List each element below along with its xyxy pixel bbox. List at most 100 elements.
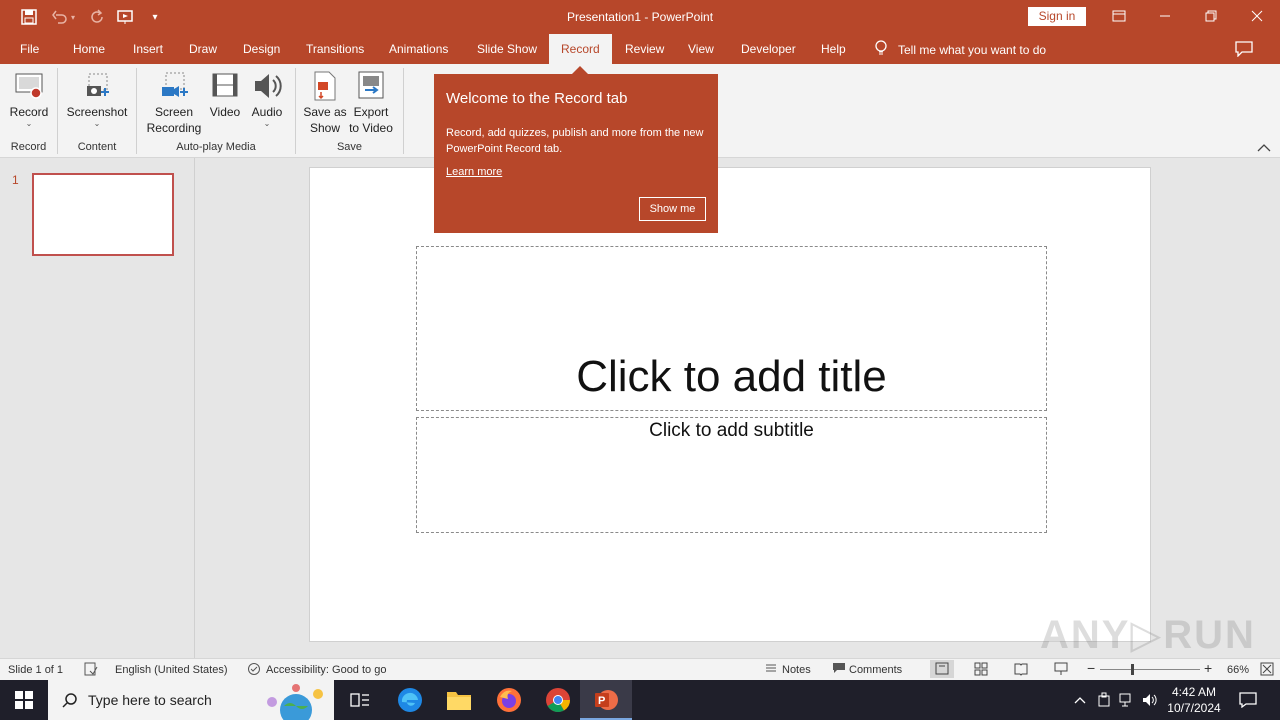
ribbon-display-options-icon[interactable] (1096, 0, 1142, 32)
zoom-in-icon[interactable]: + (1204, 660, 1212, 676)
group-label-record: Record (10, 141, 47, 153)
fit-to-window-icon[interactable] (1260, 662, 1274, 679)
tab-view[interactable]: View (688, 42, 714, 56)
screen-recording-icon (158, 70, 190, 102)
search-highlight-image (262, 682, 330, 720)
show-me-button[interactable]: Show me (639, 197, 706, 221)
ribbon-tabs: File Home Insert Draw Design Transitions… (0, 34, 1280, 64)
clock-time: 4:42 AM (1171, 685, 1217, 699)
camera-icon (81, 70, 113, 102)
language[interactable]: English (United States) (115, 664, 228, 676)
record-tab-welcome-popup: Welcome to the Record tab Record, add qu… (434, 74, 718, 233)
export-to-video-label-1: Export (353, 105, 389, 119)
reading-view-icon[interactable] (1014, 662, 1028, 679)
subtitle-placeholder-text: Click to add subtitle (649, 420, 814, 441)
window-title: Presentation1 - PowerPoint (566, 10, 714, 24)
screen-recording-label-1: Screen (154, 105, 194, 119)
comments-button[interactable]: Comments (849, 664, 902, 676)
task-view-icon[interactable] (346, 686, 374, 714)
export-to-video-button[interactable]: Export to Video (346, 70, 396, 136)
export-to-video-label-2: to Video (349, 121, 393, 135)
slide-thumbnails-pane: 1 (0, 158, 195, 658)
save-as-show-label-1: Save as (303, 105, 347, 119)
restore-icon[interactable] (1188, 0, 1234, 32)
slide-count[interactable]: Slide 1 of 1 (8, 664, 63, 676)
video-label: Video (209, 105, 241, 119)
watermark-logo: ANY▷RUN (1040, 613, 1256, 657)
file-explorer-icon[interactable] (445, 686, 473, 714)
group-divider (403, 68, 404, 154)
screenshot-button[interactable]: Screenshot ⌄ (64, 70, 130, 128)
group-label-auto-play-media: Auto-play Media (176, 141, 256, 153)
film-icon (209, 70, 241, 102)
windows-taskbar: Type here to search P 4:42 AM 10/7/2024 (0, 680, 1280, 720)
slide-canvas[interactable]: Click to add title Click to add subtitle (309, 167, 1151, 642)
tab-home[interactable]: Home (73, 42, 105, 56)
title-placeholder-text: Click to add title (576, 352, 887, 401)
edge-browser-icon[interactable] (396, 686, 424, 714)
record-button[interactable]: Record ⌄ (7, 70, 51, 128)
tab-slide-show[interactable]: Slide Show (477, 42, 537, 56)
tell-me-text: Tell me what you want to do (898, 42, 1047, 57)
subtitle-placeholder[interactable]: Click to add subtitle (416, 417, 1047, 533)
tab-insert[interactable]: Insert (133, 42, 163, 56)
title-placeholder[interactable]: Click to add title (416, 246, 1047, 411)
audio-button[interactable]: Audio ⌄ (247, 70, 287, 128)
tab-file[interactable]: File (20, 42, 39, 56)
learn-more-link[interactable]: Learn more (446, 166, 502, 178)
powerpoint-taskbar-button[interactable]: P (580, 680, 632, 720)
firefox-icon[interactable] (495, 686, 523, 714)
windows-start-icon[interactable] (10, 686, 38, 714)
search-placeholder: Type here to search (88, 692, 212, 708)
tab-record[interactable]: Record (549, 34, 612, 64)
screen-recording-button[interactable]: Screen Recording (144, 70, 204, 136)
taskbar-search-box[interactable]: Type here to search (48, 680, 334, 720)
slide-thumbnail[interactable] (32, 173, 174, 256)
comment-icon (832, 662, 846, 677)
minimize-icon[interactable] (1142, 0, 1188, 32)
tab-design[interactable]: Design (243, 42, 280, 56)
zoom-slider-thumb[interactable] (1131, 664, 1134, 675)
spelling-check-icon[interactable] (84, 662, 98, 679)
tab-draw[interactable]: Draw (189, 42, 217, 56)
video-button[interactable]: Video (206, 70, 244, 120)
audio-label: Audio (251, 105, 283, 119)
collapse-ribbon-icon[interactable] (1257, 142, 1271, 156)
tab-transitions[interactable]: Transitions (306, 42, 364, 56)
tab-animations[interactable]: Animations (389, 42, 448, 56)
tab-review[interactable]: Review (625, 42, 664, 56)
sign-in-button[interactable]: Sign in (1028, 7, 1086, 26)
speaker-icon (251, 70, 283, 102)
group-label-save: Save (336, 141, 363, 153)
volume-icon[interactable] (1136, 686, 1164, 714)
taskbar-clock[interactable]: 4:42 AM 10/7/2024 (1166, 684, 1222, 716)
accessibility-status[interactable]: Accessibility: Good to go (266, 664, 386, 676)
zoom-slider[interactable] (1100, 669, 1200, 670)
chrome-icon[interactable] (544, 686, 572, 714)
normal-view-icon[interactable] (930, 660, 954, 678)
popup-title: Welcome to the Record tab (446, 90, 628, 107)
group-label-content: Content (77, 141, 117, 153)
save-as-show-icon (309, 70, 341, 102)
popup-body: Record, add quizzes, publish and more fr… (446, 127, 704, 155)
chevron-down-icon: ⌄ (25, 119, 33, 128)
tab-developer[interactable]: Developer (741, 42, 796, 56)
comments-icon[interactable] (1235, 41, 1253, 60)
zoom-out-icon[interactable]: − (1087, 660, 1095, 676)
search-icon (62, 692, 78, 711)
svg-text:P: P (598, 695, 605, 707)
accessibility-icon (247, 662, 261, 679)
record-icon (13, 70, 45, 102)
notifications-icon[interactable] (1234, 686, 1262, 714)
close-icon[interactable] (1234, 0, 1280, 32)
lightbulb-icon (874, 40, 888, 59)
popup-pointer (572, 66, 588, 74)
slide-sorter-icon[interactable] (974, 662, 988, 679)
save-as-show-button[interactable]: Save as Show (302, 70, 348, 136)
zoom-level[interactable]: 66% (1227, 664, 1249, 676)
notes-button[interactable]: Notes (782, 664, 811, 676)
clock-date: 10/7/2024 (1167, 701, 1221, 715)
tell-me-search[interactable]: Tell me what you want to do (874, 40, 1046, 59)
slideshow-view-icon[interactable] (1054, 662, 1068, 679)
tab-help[interactable]: Help (821, 42, 846, 56)
